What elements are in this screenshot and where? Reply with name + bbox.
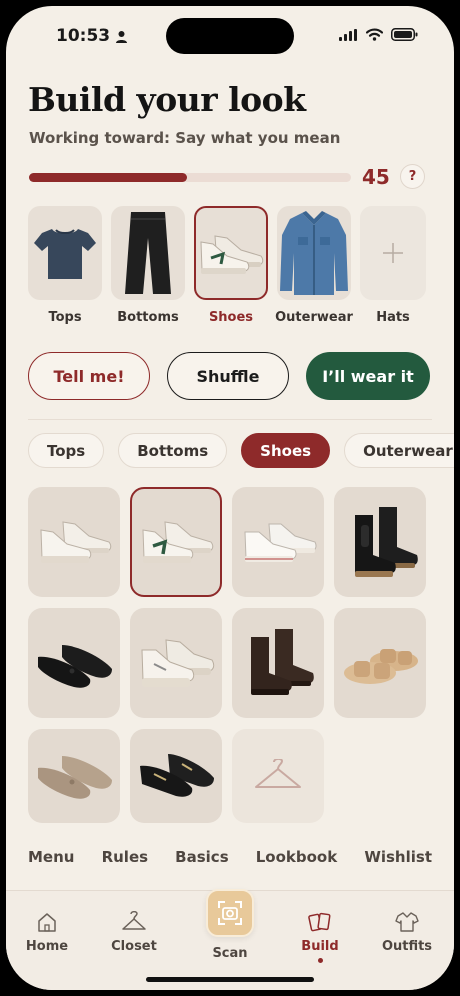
- action-buttons: Tell me! Shuffle I’ll wear it: [28, 352, 430, 400]
- tab-label-home: Home: [25, 939, 69, 954]
- wear-it-button[interactable]: I’ll wear it: [306, 352, 430, 400]
- white-running-sneakers-icon[interactable]: [130, 608, 222, 718]
- time-text: 10:53: [56, 26, 111, 46]
- progress-bar: [29, 173, 351, 182]
- dynamic-island: [166, 18, 294, 54]
- active-tab-dot: [317, 958, 323, 963]
- tell-me-button[interactable]: Tell me!: [28, 352, 150, 400]
- slot-outerwear[interactable]: Outerwear: [275, 206, 353, 325]
- filter-outerwear[interactable]: Outerwear: [344, 433, 454, 468]
- denim-jacket-icon: [277, 206, 351, 300]
- slot-tops[interactable]: Tops: [28, 206, 102, 325]
- black-chelsea-boots-icon[interactable]: [334, 487, 426, 597]
- tab-outfits[interactable]: Outfits: [372, 911, 442, 954]
- taupe-ballet-flats-icon[interactable]: [28, 729, 120, 823]
- home-icon: [38, 913, 56, 932]
- tab-label-outfits: Outfits: [381, 939, 433, 954]
- progress-fill: [29, 173, 187, 182]
- link-menu[interactable]: Menu: [28, 848, 74, 866]
- shirt-icon: [395, 912, 419, 932]
- home-indicator: [146, 977, 314, 982]
- slot-label-bottoms: Bottoms: [117, 310, 179, 325]
- scan-button[interactable]: [206, 889, 254, 937]
- link-lookbook[interactable]: Lookbook: [256, 848, 337, 866]
- goal-subtitle: Working toward: Say what you mean: [29, 129, 341, 147]
- tab-label-closet: Closet: [111, 939, 157, 954]
- sneaker-icon: [194, 206, 268, 300]
- slot-hats[interactable]: Hats: [360, 206, 426, 325]
- slot-label-tops: Tops: [48, 310, 82, 325]
- hanger-icon[interactable]: [232, 729, 324, 823]
- tab-build[interactable]: Build: [285, 911, 355, 963]
- phone-screen: 10:53 Build your look Working toward: Sa…: [6, 6, 454, 990]
- help-button[interactable]: ?: [400, 164, 425, 189]
- signal-icon: [339, 28, 357, 41]
- page-title: Build your look: [28, 80, 306, 119]
- status-icons: [339, 28, 418, 41]
- status-time: 10:53: [56, 26, 128, 46]
- category-filters: Tops Bottoms Shoes Outerwear: [28, 433, 454, 468]
- white-sneakers-icon[interactable]: [28, 487, 120, 597]
- white-sneakers-green-v-icon[interactable]: [130, 487, 222, 597]
- brown-ankle-boots-icon[interactable]: [232, 608, 324, 718]
- shoe-grid: [28, 487, 426, 839]
- black-loafers-icon[interactable]: [130, 729, 222, 823]
- person-icon: [116, 30, 128, 43]
- tab-label-scan: Scan: [212, 946, 248, 961]
- black-ballet-flats-icon[interactable]: [28, 608, 120, 718]
- tab-scan[interactable]: Scan: [195, 889, 265, 961]
- slot-label-outerwear: Outerwear: [275, 310, 353, 325]
- scan-camera-icon: [218, 901, 242, 925]
- battery-icon: [391, 28, 418, 41]
- tshirt-icon: [28, 206, 102, 300]
- outfit-slots: Tops Bottoms Shoes Outerwear Hats: [28, 206, 426, 325]
- plus-icon: [360, 206, 426, 300]
- tab-closet[interactable]: Closet: [99, 911, 169, 954]
- jeans-icon: [111, 206, 185, 300]
- wifi-icon: [366, 28, 383, 41]
- filter-shoes[interactable]: Shoes: [241, 433, 331, 468]
- slot-label-shoes: Shoes: [208, 310, 254, 325]
- divider: [28, 419, 432, 420]
- link-rules[interactable]: Rules: [102, 848, 148, 866]
- tab-home[interactable]: Home: [12, 911, 82, 954]
- white-canvas-sneakers-icon[interactable]: [232, 487, 324, 597]
- link-wishlist[interactable]: Wishlist: [364, 848, 432, 866]
- filter-tops[interactable]: Tops: [28, 433, 105, 468]
- shuffle-button[interactable]: Shuffle: [167, 352, 289, 400]
- status-bar: 10:53: [6, 6, 454, 66]
- cards-icon: [308, 912, 331, 932]
- tab-bar: Home Closet Scan Build Outfits: [6, 889, 454, 990]
- section-links: Menu Rules Basics Lookbook Wishlist: [28, 848, 432, 866]
- slot-shoes[interactable]: Shoes: [194, 206, 268, 325]
- slot-label-hats: Hats: [376, 310, 410, 325]
- hanger-tab-icon: [122, 911, 146, 930]
- tab-label-build: Build: [301, 939, 339, 954]
- filter-bottoms[interactable]: Bottoms: [118, 433, 228, 468]
- slot-bottoms[interactable]: Bottoms: [111, 206, 185, 325]
- link-basics[interactable]: Basics: [175, 848, 228, 866]
- tan-slide-sandals-icon[interactable]: [334, 608, 426, 718]
- progress-score: 45: [362, 165, 390, 189]
